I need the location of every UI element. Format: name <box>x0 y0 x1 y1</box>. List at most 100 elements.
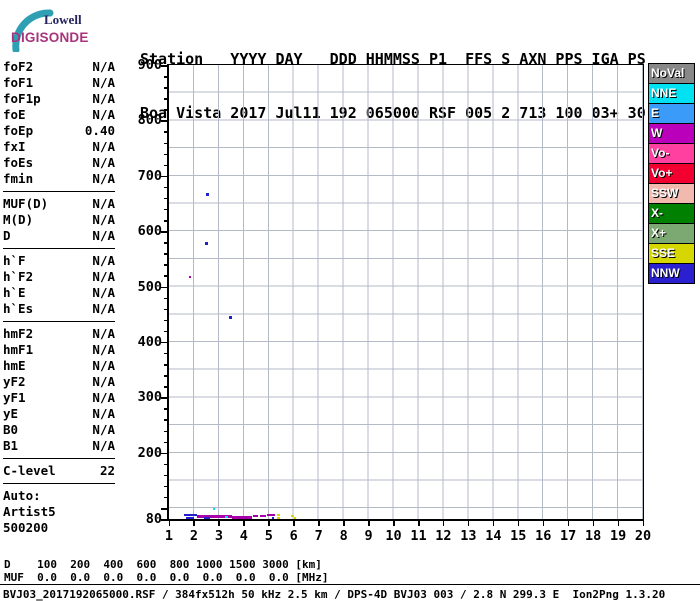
y-axis-tick <box>164 76 167 78</box>
param-row: M(D)N/A <box>3 212 115 228</box>
param-group: C-level 22 <box>3 462 115 484</box>
param-row: B1N/A <box>3 438 115 454</box>
y-axis-tick <box>164 275 167 277</box>
param-value: N/A <box>92 358 115 374</box>
x-axis-label: 7 <box>315 528 323 544</box>
x-axis-tick <box>468 521 470 526</box>
x-axis-label: 4 <box>240 528 248 544</box>
echo-trace-segment <box>294 517 296 519</box>
y-axis-tick <box>164 242 167 244</box>
param-label: foF2 <box>3 59 33 75</box>
y-axis-tick <box>164 375 167 377</box>
echo-trace-segment <box>186 517 194 519</box>
file-info-line: BVJ03_2017192065000.RSF / 384fx512h 50 k… <box>3 588 665 601</box>
param-value: 22 <box>100 463 115 479</box>
param-row: DN/A <box>3 228 115 244</box>
param-row: foF1p N/A <box>3 91 115 107</box>
y-axis-tick <box>164 408 167 410</box>
y-axis-label: 400 <box>130 334 162 350</box>
y-axis-tick <box>164 131 167 133</box>
y-axis-label: 200 <box>130 445 162 461</box>
legend-item-e: E <box>648 103 695 124</box>
param-row: C-level 22 <box>3 463 115 479</box>
x-axis-label: 9 <box>365 528 373 544</box>
x-axis-label: 17 <box>560 528 576 544</box>
x-axis-tick <box>368 521 370 526</box>
echo-trace-segment <box>277 514 280 516</box>
y-axis-tick <box>164 320 167 322</box>
y-axis-tick <box>164 486 167 488</box>
y-axis-tick <box>164 187 167 189</box>
digisonde-logo: Lowell DIGISONDE <box>8 6 123 52</box>
y-axis-tick <box>164 264 167 266</box>
param-value: N/A <box>92 91 115 107</box>
x-axis-tick <box>618 521 620 526</box>
x-axis-tick <box>643 521 645 526</box>
footer-divider <box>0 584 700 585</box>
x-axis-tick <box>268 521 270 526</box>
x-axis-tick <box>393 521 395 526</box>
x-axis-tick <box>418 521 420 526</box>
param-row: foF1N/A <box>3 75 115 91</box>
x-axis-label: 20 <box>635 528 651 544</box>
ionogram-plot <box>167 64 644 521</box>
param-value: N/A <box>92 326 115 342</box>
y-axis-tick <box>164 209 167 211</box>
param-row: hmF1N/A <box>3 342 115 358</box>
param-row: yEN/A <box>3 406 115 422</box>
y-axis-tick <box>161 287 167 289</box>
param-row: B0N/A <box>3 422 115 438</box>
y-axis-tick <box>164 442 167 444</box>
y-axis-tick <box>164 431 167 433</box>
x-axis-tick <box>568 521 570 526</box>
param-value: N/A <box>92 301 115 317</box>
y-axis-tick <box>161 120 167 122</box>
param-label: C-level <box>3 463 56 479</box>
echo-trace-segment <box>232 516 252 519</box>
param-label: foF1p <box>3 91 41 107</box>
x-axis-tick <box>518 521 520 526</box>
param-group: Auto:Artist5500200 <box>3 487 115 540</box>
param-value: N/A <box>92 390 115 406</box>
param-label: B0 <box>3 422 18 438</box>
echo-trace-segment <box>267 514 275 516</box>
param-value: N/A <box>92 438 115 454</box>
param-row: fminN/A <box>3 171 115 187</box>
y-axis-label: 800 <box>130 112 162 128</box>
param-value: N/A <box>92 228 115 244</box>
param-label: yF2 <box>3 374 26 390</box>
y-axis-label: 500 <box>130 279 162 295</box>
param-row: h`F2N/A <box>3 269 115 285</box>
x-axis-label: 12 <box>435 528 451 544</box>
y-axis-tick <box>161 519 167 521</box>
param-label: h`E <box>3 285 26 301</box>
param-label: 500200 <box>3 520 48 536</box>
param-label: h`Es <box>3 301 33 317</box>
y-axis-tick <box>164 143 167 145</box>
y-axis-tick <box>164 464 167 466</box>
y-axis-tick <box>164 98 167 100</box>
y-axis-tick <box>164 298 167 300</box>
x-axis-tick <box>193 521 195 526</box>
x-axis-label: 10 <box>385 528 401 544</box>
x-axis-label: 14 <box>485 528 501 544</box>
legend-item-vo: Vo+ <box>648 163 695 184</box>
distance-row: D 100 200 400 600 800 1000 1500 3000 [km… <box>4 558 322 571</box>
param-value: N/A <box>92 139 115 155</box>
param-row: h`E N/A <box>3 285 115 301</box>
y-axis-tick <box>164 109 167 111</box>
x-axis-tick <box>293 521 295 526</box>
param-label: MUF(D) <box>3 196 48 212</box>
x-axis-label: 3 <box>215 528 223 544</box>
legend-item-x: X+ <box>648 223 695 244</box>
param-label: fmin <box>3 171 33 187</box>
y-axis-tick <box>161 453 167 455</box>
x-axis-label: 11 <box>410 528 426 544</box>
x-axis-tick <box>218 521 220 526</box>
echo-trace-segment <box>260 515 266 517</box>
param-row: foEsN/A <box>3 155 115 171</box>
x-axis-tick <box>543 521 545 526</box>
x-axis-tick <box>169 521 171 526</box>
y-axis-tick <box>164 497 167 499</box>
param-value: N/A <box>92 285 115 301</box>
